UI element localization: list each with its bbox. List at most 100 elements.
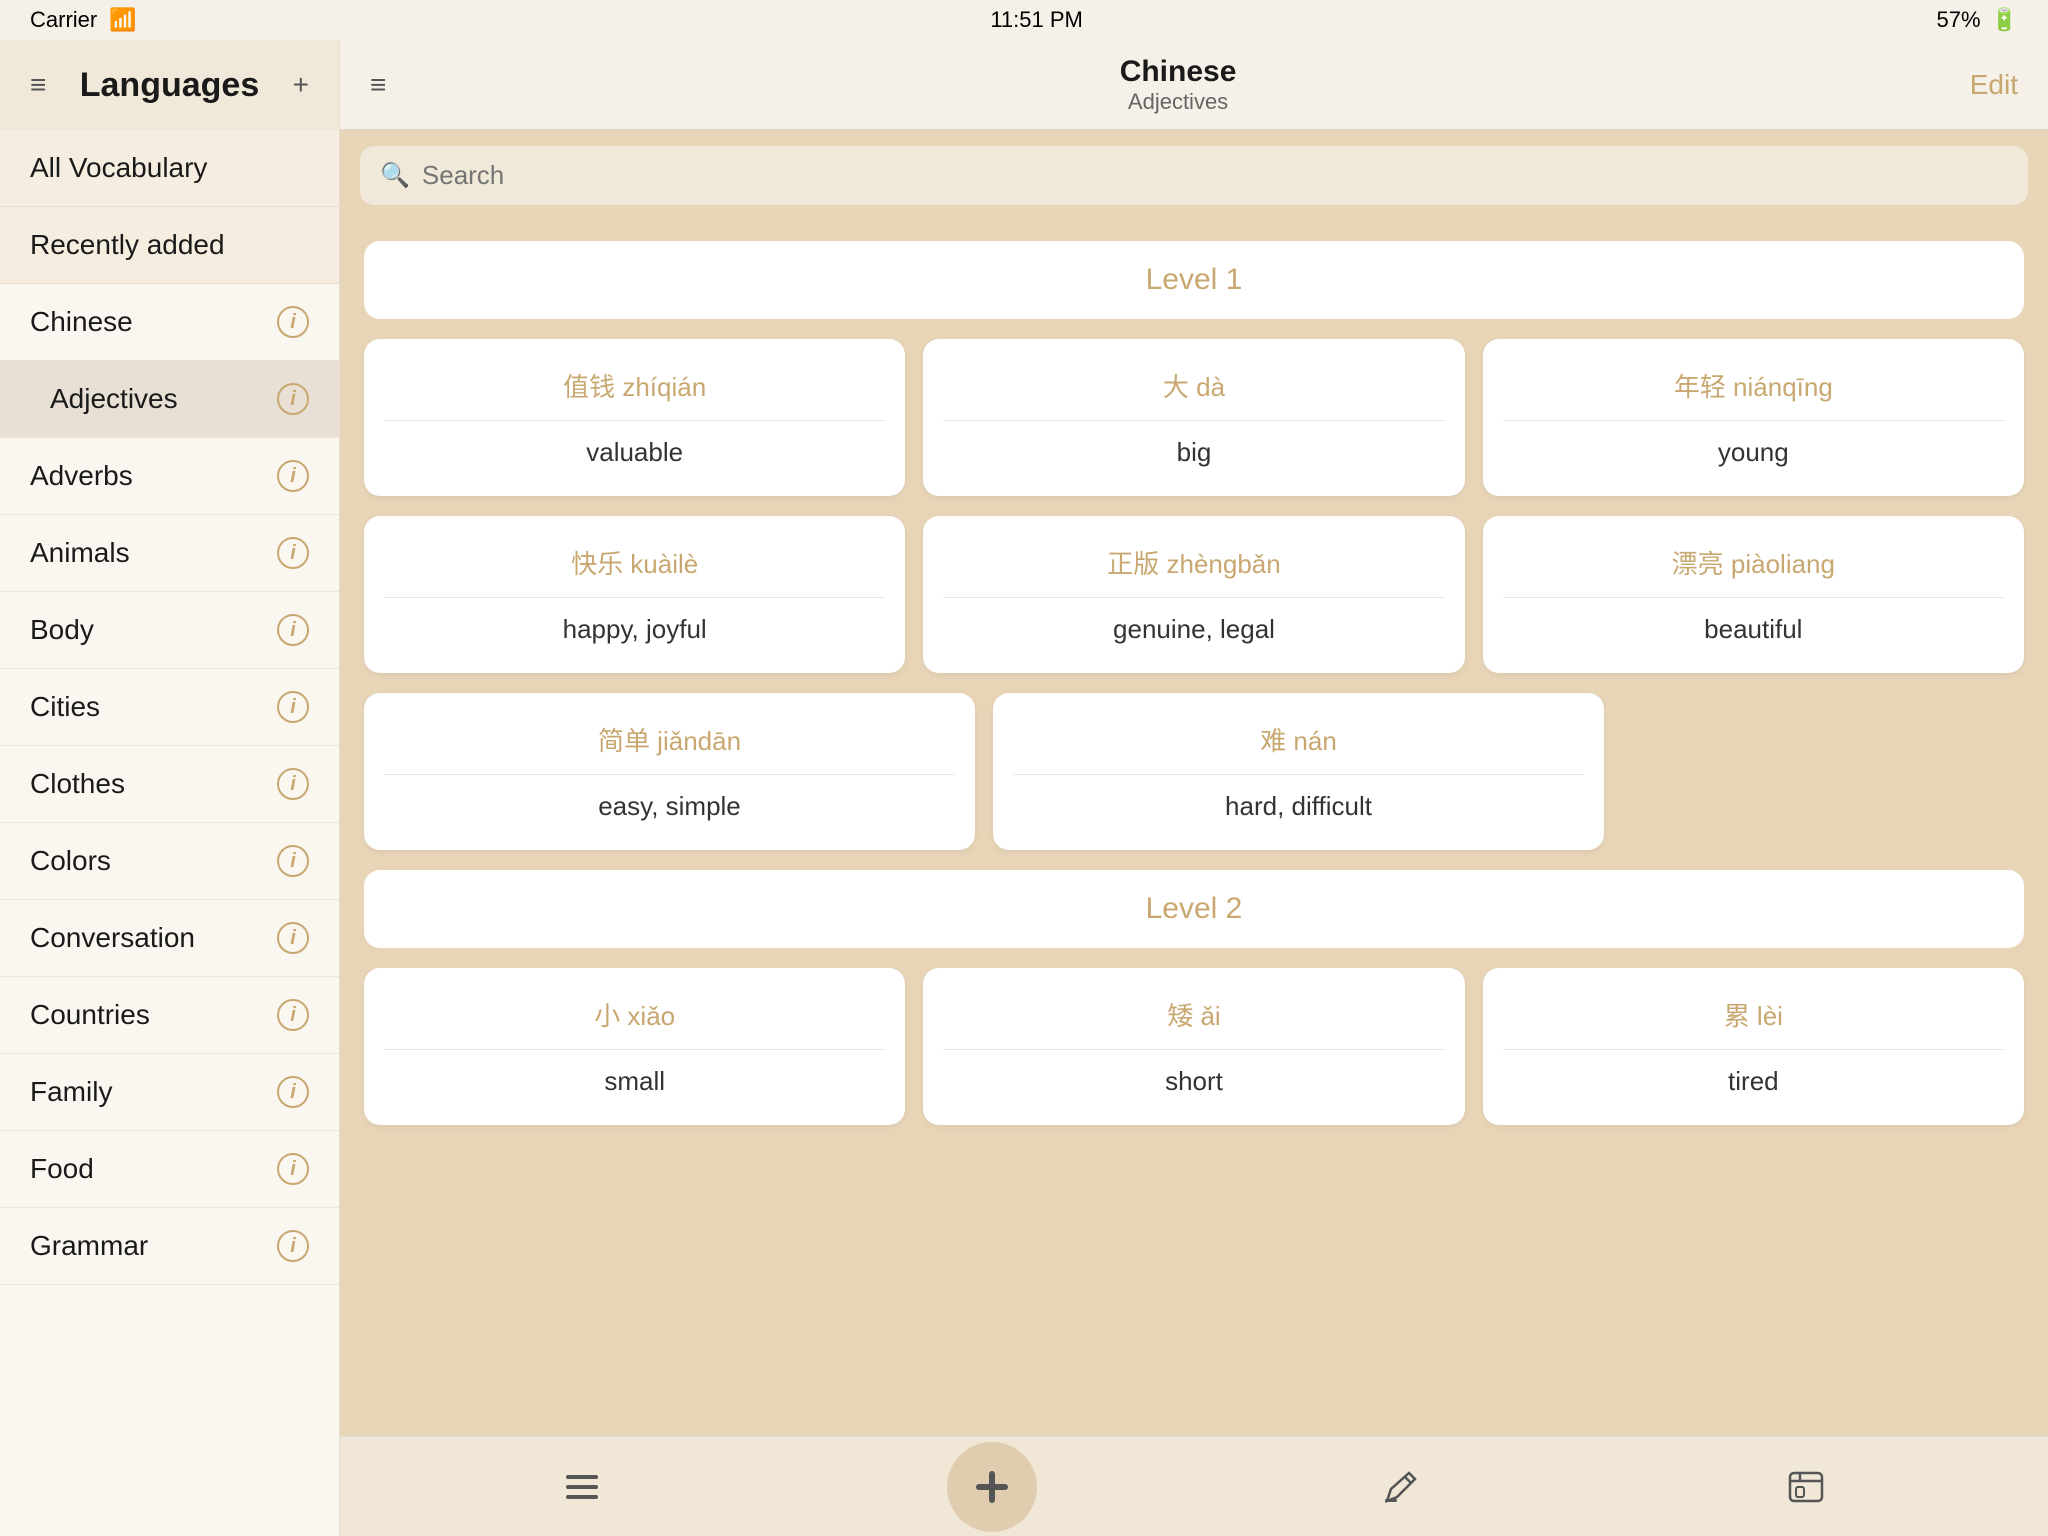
sidebar-title: Languages <box>80 66 259 105</box>
card-english-da: big <box>1177 437 1212 468</box>
sidebar: ≡ Languages + All Vocabulary Recently ad… <box>0 40 340 1536</box>
list-view-button[interactable] <box>542 1452 622 1522</box>
card-english-zhiqian: valuable <box>586 437 683 468</box>
vocab-card-jiandan[interactable]: 简单 jiǎndān easy, simple <box>364 693 975 850</box>
main-panel: ≡ Chinese Adjectives Edit 🔍 Level 1 值钱 z… <box>340 40 2048 1536</box>
sidebar-item-colors[interactable]: Colors i <box>0 823 339 900</box>
sidebar-item-clothes[interactable]: Clothes i <box>0 746 339 823</box>
hamburger-icon[interactable]: ≡ <box>30 69 46 101</box>
main-header: ≡ Chinese Adjectives Edit <box>340 40 2048 130</box>
add-card-button[interactable] <box>947 1442 1037 1532</box>
card-chinese-nianqing: 年轻 niánqīng <box>1503 367 2004 421</box>
vocab-card-da[interactable]: 大 dà big <box>923 339 1464 496</box>
main-subtitle: Adjectives <box>1120 89 1237 115</box>
card-english-kuaile: happy, joyful <box>563 614 707 645</box>
battery-text: 57% <box>1937 7 1981 33</box>
info-button-clothes[interactable]: i <box>277 768 309 800</box>
battery-icon: 🔋 <box>1991 7 2018 33</box>
sidebar-item-animals[interactable]: Animals i <box>0 515 339 592</box>
card-chinese-ai: 矮 ǎi <box>943 996 1444 1050</box>
level-1-cards-row-1: 值钱 zhíqián valuable 大 dà big 年轻 niánqīng… <box>364 339 2024 496</box>
vocab-card-ai[interactable]: 矮 ǎi short <box>923 968 1464 1125</box>
sidebar-special-section: All Vocabulary Recently added <box>0 130 339 284</box>
add-language-icon[interactable]: + <box>293 69 309 101</box>
settings-button[interactable] <box>1766 1452 1846 1522</box>
level-1-cards-row-3: 简单 jiǎndān easy, simple 难 nán hard, diff… <box>364 693 1604 850</box>
sidebar-header: ≡ Languages + <box>0 40 339 130</box>
vocab-card-lei[interactable]: 累 lèi tired <box>1483 968 2024 1125</box>
info-button-countries[interactable]: i <box>277 999 309 1031</box>
search-bar-container: 🔍 <box>340 130 2048 221</box>
info-button-grammar[interactable]: i <box>277 1230 309 1262</box>
info-button-animals[interactable]: i <box>277 537 309 569</box>
vocab-card-xiao[interactable]: 小 xiǎo small <box>364 968 905 1125</box>
vocab-card-zhengban[interactable]: 正版 zhèngbǎn genuine, legal <box>923 516 1464 673</box>
vocab-card-nan[interactable]: 难 nán hard, difficult <box>993 693 1604 850</box>
info-button-adjectives[interactable]: i <box>277 383 309 415</box>
card-chinese-da: 大 dà <box>943 367 1444 421</box>
sidebar-item-family[interactable]: Family i <box>0 1054 339 1131</box>
search-bar: 🔍 <box>360 146 2028 205</box>
card-english-zhengban: genuine, legal <box>1113 614 1275 645</box>
sidebar-list: Chinese i Adjectives i Adverbs i Animals… <box>0 284 339 1536</box>
card-chinese-piaoliang: 漂亮 piàoliang <box>1503 544 2004 598</box>
all-vocabulary-item[interactable]: All Vocabulary <box>0 130 339 207</box>
info-button-adverbs[interactable]: i <box>277 460 309 492</box>
info-button-body[interactable]: i <box>277 614 309 646</box>
level-1-header: Level 1 <box>364 241 2024 319</box>
vocab-card-piaoliang[interactable]: 漂亮 piàoliang beautiful <box>1483 516 2024 673</box>
level-2-cards-row-1: 小 xiǎo small 矮 ǎi short 累 lèi tired <box>364 968 2024 1125</box>
card-english-nianqing: young <box>1718 437 1789 468</box>
sidebar-item-adverbs[interactable]: Adverbs i <box>0 438 339 515</box>
edit-card-button[interactable] <box>1361 1452 1441 1522</box>
sidebar-item-chinese[interactable]: Chinese i <box>0 284 339 361</box>
card-english-jiandan: easy, simple <box>598 791 741 822</box>
sidebar-item-countries[interactable]: Countries i <box>0 977 339 1054</box>
info-button-cities[interactable]: i <box>277 691 309 723</box>
status-bar: Carrier 📶 11:51 PM 57% 🔋 <box>0 0 2048 40</box>
card-chinese-zhiqian: 值钱 zhíqián <box>384 367 885 421</box>
card-chinese-jiandan: 简单 jiǎndān <box>384 721 955 775</box>
info-button-chinese[interactable]: i <box>277 306 309 338</box>
card-english-piaoliang: beautiful <box>1704 614 1802 645</box>
main-hamburger-icon[interactable]: ≡ <box>370 69 386 101</box>
search-icon: 🔍 <box>380 161 410 190</box>
wifi-icon: 📶 <box>109 7 136 33</box>
search-input[interactable] <box>422 160 2008 191</box>
sidebar-item-food[interactable]: Food i <box>0 1131 339 1208</box>
card-chinese-nan: 难 nán <box>1013 721 1584 775</box>
info-button-conversation[interactable]: i <box>277 922 309 954</box>
status-right: 57% 🔋 <box>1937 7 2018 33</box>
pencil-icon <box>1381 1467 1421 1507</box>
settings-icon <box>1786 1467 1826 1507</box>
vocab-card-nianqing[interactable]: 年轻 niánqīng young <box>1483 339 2024 496</box>
sidebar-item-adjectives[interactable]: Adjectives i <box>0 361 339 438</box>
info-button-food[interactable]: i <box>277 1153 309 1185</box>
card-chinese-lei: 累 lèi <box>1503 996 2004 1050</box>
list-icon <box>562 1467 602 1507</box>
main-title: Chinese <box>1120 55 1237 89</box>
card-english-xiao: small <box>604 1066 665 1097</box>
cards-area: Level 1 值钱 zhíqián valuable 大 dà big 年轻 … <box>340 221 2048 1436</box>
edit-button[interactable]: Edit <box>1970 69 2018 101</box>
info-button-colors[interactable]: i <box>277 845 309 877</box>
vocab-card-kuaile[interactable]: 快乐 kuàilè happy, joyful <box>364 516 905 673</box>
card-english-lei: tired <box>1728 1066 1779 1097</box>
info-button-family[interactable]: i <box>277 1076 309 1108</box>
card-chinese-xiao: 小 xiǎo <box>384 996 885 1050</box>
sidebar-item-grammar[interactable]: Grammar i <box>0 1208 339 1285</box>
bottom-toolbar <box>340 1436 2048 1536</box>
level-1-cards-row-2: 快乐 kuàilè happy, joyful 正版 zhèngbǎn genu… <box>364 516 2024 673</box>
sidebar-item-conversation[interactable]: Conversation i <box>0 900 339 977</box>
recently-added-item[interactable]: Recently added <box>0 207 339 283</box>
vocab-card-zhiqian[interactable]: 值钱 zhíqián valuable <box>364 339 905 496</box>
add-icon <box>972 1467 1012 1507</box>
carrier-text: Carrier <box>30 7 97 33</box>
time-display: 11:51 PM <box>990 7 1083 33</box>
sidebar-item-body[interactable]: Body i <box>0 592 339 669</box>
status-left: Carrier 📶 <box>30 7 137 33</box>
sidebar-item-cities[interactable]: Cities i <box>0 669 339 746</box>
card-english-nan: hard, difficult <box>1225 791 1372 822</box>
app-body: ≡ Languages + All Vocabulary Recently ad… <box>0 40 2048 1536</box>
card-chinese-kuaile: 快乐 kuàilè <box>384 544 885 598</box>
